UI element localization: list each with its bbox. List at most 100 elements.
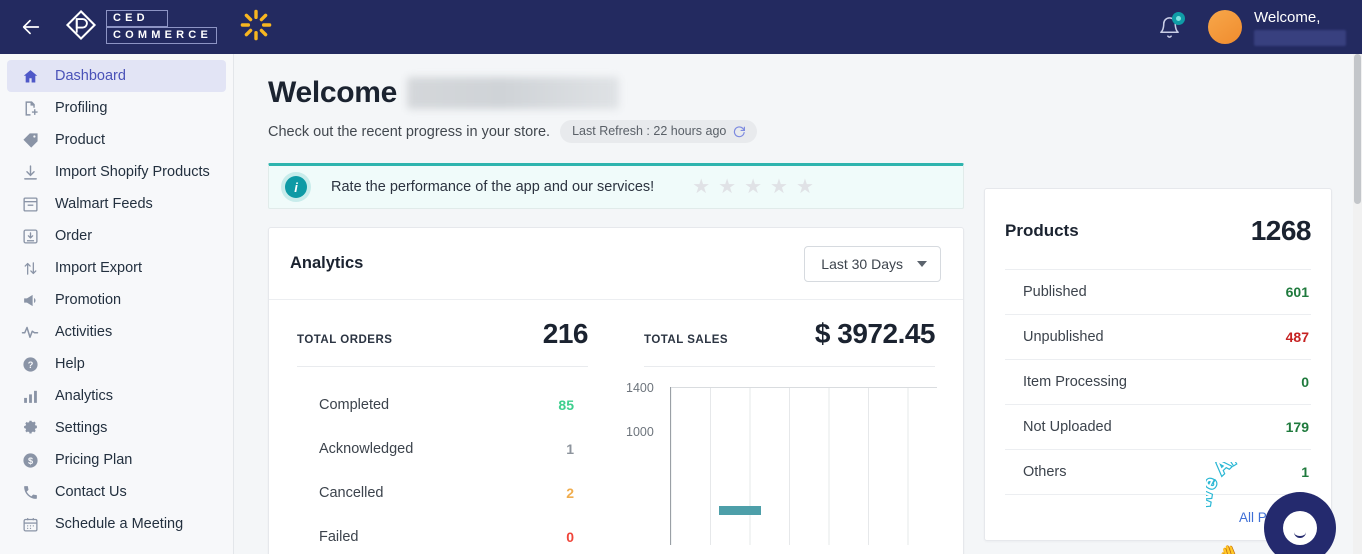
dollar-circle-icon: $ [17, 452, 43, 469]
sales-bar-chart: 1400 1000 [616, 367, 963, 554]
sidebar-label: Help [55, 356, 85, 372]
cedcommerce-logo[interactable]: CED COMMERCE [64, 8, 217, 47]
inbox-icon [17, 196, 43, 213]
kpi-value: $ 3972.45 [814, 318, 936, 349]
sidebar-item-dashboard[interactable]: Dashboard [7, 60, 226, 92]
sidebar-item-schedule-a-meeting[interactable]: Schedule a Meeting [7, 508, 226, 540]
order-status-label: Failed [319, 529, 359, 545]
order-status-list: Completed 85 Acknowledged 1 Cancelled 2 … [269, 367, 616, 554]
last-refresh-chip[interactable]: Last Refresh : 22 hours ago [560, 120, 758, 143]
megaphone-icon [17, 292, 43, 309]
kpi-row: TOTAL ORDERS 216 TOTAL SALES $ 3972.45 [269, 300, 963, 367]
vertical-scrollbar[interactable] [1353, 54, 1362, 554]
scrollbar-thumb[interactable] [1354, 54, 1361, 204]
sidebar-label: Analytics [55, 388, 114, 404]
order-status-label: Acknowledged [319, 441, 414, 457]
order-status-value: 0 [566, 529, 574, 545]
ced-mark-icon [64, 8, 98, 47]
walmart-spark-icon [239, 8, 273, 47]
product-status-value: 0 [1301, 374, 1309, 390]
kpi-total-orders: TOTAL ORDERS 216 [269, 318, 616, 367]
sidebar-item-activities[interactable]: Activities [7, 316, 226, 348]
sidebar: Dashboard Profiling Product Import Shopi… [0, 54, 234, 554]
back-button[interactable] [14, 10, 48, 44]
order-status-label: Cancelled [319, 485, 384, 501]
product-status-row[interactable]: Published 601 [1005, 269, 1311, 314]
sidebar-item-walmart-feeds[interactable]: Walmart Feeds [7, 188, 226, 220]
sidebar-item-settings[interactable]: Settings [7, 412, 226, 444]
order-status-value: 85 [558, 397, 574, 413]
y-axis-tick: 1000 [626, 425, 654, 439]
sidebar-item-help[interactable]: ? Help [7, 348, 226, 380]
store-name-blurred [407, 77, 620, 109]
product-status-row[interactable]: Item Processing 0 [1005, 359, 1311, 404]
order-status-row: Acknowledged 1 [297, 427, 588, 471]
sidebar-item-analytics[interactable]: Analytics [7, 380, 226, 412]
analytics-title: Analytics [290, 254, 364, 272]
download-icon [17, 164, 43, 181]
arrows-updown-icon [17, 260, 43, 277]
sidebar-label: Product [55, 132, 105, 148]
app-root: CED COMMERCE Welcome, Dashboard Profilin… [0, 0, 1362, 554]
order-status-row: Failed 0 [297, 515, 588, 554]
product-status-row[interactable]: Unpublished 487 [1005, 314, 1311, 359]
refresh-icon [733, 125, 746, 138]
avatar[interactable] [1208, 10, 1242, 44]
activity-pulse-icon [17, 323, 43, 341]
chevron-down-icon [917, 260, 927, 267]
sidebar-item-pricing-plan[interactable]: $ Pricing Plan [7, 444, 226, 476]
sidebar-item-order[interactable]: Order [7, 220, 226, 252]
star-4[interactable]: ★ [770, 177, 788, 197]
chat-bubble-icon[interactable] [1264, 492, 1336, 554]
kpi-value: 216 [542, 318, 589, 349]
welcome-label: Welcome, [1254, 8, 1321, 26]
bar-chart-icon [17, 388, 43, 405]
star-2[interactable]: ★ [718, 177, 736, 197]
sidebar-label: Import Shopify Products [55, 164, 210, 180]
sidebar-item-contact-us[interactable]: Contact Us [7, 476, 226, 508]
star-3[interactable]: ★ [744, 177, 762, 197]
ced-wordmark: CED COMMERCE [106, 10, 217, 44]
sidebar-item-product[interactable]: Product [7, 124, 226, 156]
kpi-total-sales: TOTAL SALES $ 3972.45 [616, 318, 963, 367]
analytics-header: Analytics Last 30 Days [269, 228, 963, 300]
sidebar-label: Import Export [55, 260, 143, 276]
date-range-select[interactable]: Last 30 Days [804, 245, 941, 282]
sidebar-label: Dashboard [55, 68, 126, 84]
file-plus-icon [17, 100, 43, 117]
svg-text:?: ? [27, 360, 33, 370]
products-total: 1268 [1250, 215, 1312, 246]
question-circle-icon: ? [17, 356, 43, 373]
sidebar-item-promotion[interactable]: Promotion [7, 284, 226, 316]
sidebar-label: Pricing Plan [55, 452, 133, 468]
product-status-label: Item Processing [1023, 374, 1127, 390]
rating-stars[interactable]: ★ ★ ★ ★ ★ [692, 177, 814, 197]
rate-banner-message: Rate the performance of the app and our … [331, 179, 655, 195]
sidebar-item-import-export[interactable]: Import Export [7, 252, 226, 284]
star-1[interactable]: ★ [692, 177, 710, 197]
order-status-value: 2 [566, 485, 574, 501]
analytics-card: Analytics Last 30 Days TOTAL ORDERS 216 … [268, 227, 964, 554]
notifications-button[interactable] [1152, 10, 1186, 44]
sidebar-label: Schedule a Meeting [55, 516, 184, 532]
notification-badge [1172, 12, 1185, 25]
product-status-label: Unpublished [1023, 329, 1104, 345]
last-refresh-label: Last Refresh : 22 hours ago [572, 124, 727, 138]
sidebar-label: Activities [55, 324, 113, 340]
kpi-label: TOTAL ORDERS [297, 334, 393, 346]
sidebar-item-profiling[interactable]: Profiling [7, 92, 226, 124]
product-status-row[interactable]: Not Uploaded 179 [1005, 404, 1311, 449]
order-status-value: 1 [566, 441, 574, 457]
subline: Check out the recent progress in your st… [268, 120, 1332, 143]
order-download-icon [17, 228, 43, 245]
product-status-value: 487 [1285, 329, 1309, 345]
product-status-value: 601 [1285, 284, 1309, 300]
product-status-label: Published [1023, 284, 1087, 300]
brand-line-2: COMMERCE [106, 27, 217, 44]
chat-widget[interactable]: We Are Here! ✋ [1198, 462, 1348, 554]
user-menu[interactable]: Welcome, [1254, 9, 1346, 46]
chart-gridline [671, 387, 937, 388]
order-status-label: Completed [319, 397, 390, 413]
star-5[interactable]: ★ [796, 177, 814, 197]
sidebar-item-import-shopify-products[interactable]: Import Shopify Products [7, 156, 226, 188]
